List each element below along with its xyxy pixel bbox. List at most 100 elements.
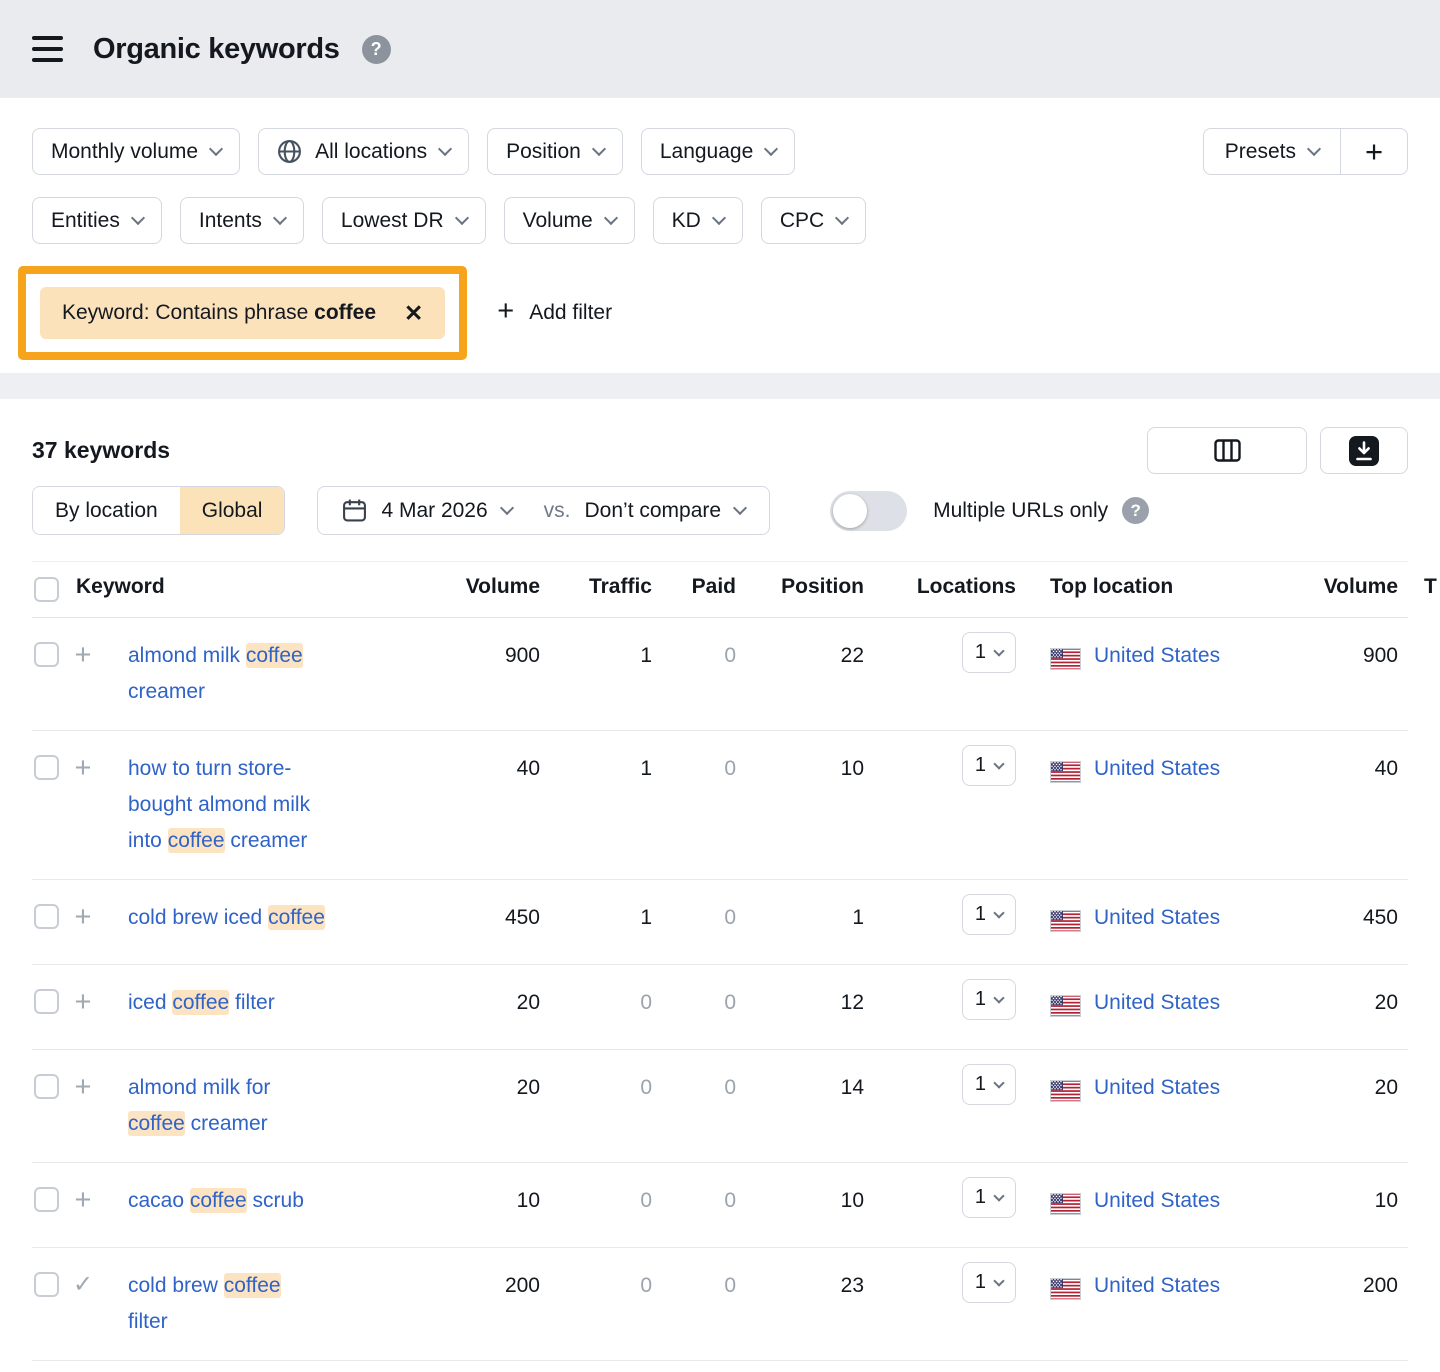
us-flag-icon: [1050, 908, 1081, 944]
filter-button-label: Volume: [523, 209, 593, 233]
filter-button-entities[interactable]: Entities: [32, 197, 162, 244]
row-checkbox[interactable]: [34, 989, 59, 1014]
filter-button-all-locations[interactable]: All locations: [258, 128, 469, 175]
volume-2-value: 900: [1294, 618, 1398, 694]
top-location-link[interactable]: United States: [1094, 1268, 1220, 1304]
chevron-down-icon: [438, 141, 452, 155]
add-keyword-icon[interactable]: +: [75, 1070, 92, 1104]
add-keyword-icon[interactable]: +: [75, 900, 92, 934]
row-checkbox[interactable]: [34, 1074, 59, 1099]
by-location-tab[interactable]: By location: [33, 487, 180, 534]
table-header-row: Keyword Volume Traffic Paid Position Loc…: [32, 562, 1408, 618]
locations-dropdown[interactable]: 1: [962, 1177, 1016, 1218]
chevron-down-icon: [764, 141, 778, 155]
annotation-highlight-box: Keyword: Contains phrase coffee ✕: [18, 266, 467, 360]
table-body: + almond milk coffee creamer 900 1 0 22 …: [32, 618, 1408, 1372]
paid-value: 0: [652, 1050, 736, 1126]
chevron-down-icon: [993, 992, 1004, 1003]
top-location-link[interactable]: United States: [1094, 985, 1220, 1021]
us-flag-icon: [1050, 1276, 1081, 1312]
globe-icon: [277, 139, 302, 164]
active-filter-chip[interactable]: Keyword: Contains phrase coffee ✕: [40, 287, 445, 339]
filter-button-volume[interactable]: Volume: [504, 197, 635, 244]
chevron-down-icon: [500, 500, 514, 514]
compare-picker[interactable]: Don’t compare: [585, 499, 746, 523]
locations-dropdown[interactable]: 1: [962, 1262, 1016, 1303]
keyword-link[interactable]: iced coffee filter: [128, 985, 325, 1021]
filter-button-monthly-volume[interactable]: Monthly volume: [32, 128, 240, 175]
help-icon[interactable]: ?: [362, 35, 391, 64]
filter-button-label: Entities: [51, 209, 120, 233]
table-row: ✓ cold brew coffee filter 200 0 0 23 1 U…: [32, 1248, 1408, 1361]
keyword-link[interactable]: almond milk coffee creamer: [128, 638, 325, 710]
filter-row-2: Entities Intents Lowest DR Volume KD CPC: [32, 197, 1408, 244]
locations-dropdown[interactable]: 1: [962, 979, 1016, 1020]
paid-value: 0: [652, 1361, 736, 1372]
filter-button-lowest-dr[interactable]: Lowest DR: [322, 197, 486, 244]
filter-button-cpc[interactable]: CPC: [761, 197, 866, 244]
add-keyword-icon[interactable]: +: [75, 985, 92, 1019]
traffic-value: 0: [540, 1050, 652, 1126]
global-tab[interactable]: Global: [180, 487, 285, 534]
add-keyword-icon[interactable]: +: [75, 751, 92, 785]
traffic-value: 1: [540, 880, 652, 956]
row-checkbox[interactable]: [34, 904, 59, 929]
date-compare-control: 4 Mar 2026 vs. Don’t compare: [317, 486, 770, 535]
filter-button-kd[interactable]: KD: [653, 197, 743, 244]
filter-button-label: Lowest DR: [341, 209, 444, 233]
top-location-link[interactable]: United States: [1094, 1070, 1220, 1106]
presets-button[interactable]: Presets: [1204, 129, 1340, 174]
row-checkbox[interactable]: [34, 755, 59, 780]
locations-dropdown[interactable]: 1: [962, 1064, 1016, 1105]
paid-value: 0: [652, 618, 736, 694]
page-title: Organic keywords: [93, 33, 340, 66]
table-row: + almond milk for coffee creamer 20 0 0 …: [32, 1050, 1408, 1163]
filter-button-position[interactable]: Position: [487, 128, 623, 175]
us-flag-icon: [1050, 646, 1081, 682]
select-all-checkbox[interactable]: [34, 577, 59, 602]
multiple-urls-toggle[interactable]: [830, 491, 907, 531]
keyword-link[interactable]: cacao coffee scrub: [128, 1183, 325, 1219]
chevron-down-icon: [209, 141, 223, 155]
locations-dropdown[interactable]: 1: [962, 745, 1016, 786]
section-divider-strip: [0, 373, 1440, 399]
row-checkbox[interactable]: [34, 1187, 59, 1212]
filter-button-intents[interactable]: Intents: [180, 197, 304, 244]
add-preset-button[interactable]: +: [1341, 129, 1407, 174]
top-location-link[interactable]: United States: [1094, 1183, 1220, 1219]
keyword-link[interactable]: cold brew iced coffee: [128, 900, 325, 936]
row-checkbox[interactable]: [34, 1272, 59, 1297]
volume-value: 450: [426, 880, 540, 956]
added-check-icon[interactable]: ✓: [73, 1268, 93, 1302]
add-filter-button[interactable]: + Add filter: [497, 300, 612, 326]
add-keyword-icon[interactable]: +: [75, 1183, 92, 1217]
date-picker[interactable]: 4 Mar 2026: [381, 499, 511, 523]
keyword-link[interactable]: how to turn store-bought almond milk int…: [128, 751, 325, 859]
add-keyword-icon[interactable]: +: [75, 638, 92, 672]
vs-label: vs.: [544, 499, 571, 523]
header-traffic: Traffic: [540, 562, 652, 614]
keyword-link[interactable]: cold brew coffee filter: [128, 1268, 325, 1340]
paid-value: 0: [652, 1163, 736, 1239]
top-location-link[interactable]: United States: [1094, 638, 1220, 674]
volume-2-value: 20: [1294, 965, 1398, 1041]
locations-dropdown[interactable]: 1: [962, 632, 1016, 673]
keyword-link[interactable]: almond milk for coffee creamer: [128, 1070, 325, 1142]
locations-dropdown[interactable]: 1: [962, 894, 1016, 935]
volume-2-value: 450: [1294, 1361, 1398, 1372]
top-location-link[interactable]: United States: [1094, 751, 1220, 787]
top-location-link[interactable]: United States: [1094, 900, 1220, 936]
help-icon[interactable]: ?: [1122, 497, 1149, 524]
export-button[interactable]: [1320, 427, 1408, 474]
row-checkbox[interactable]: [34, 642, 59, 667]
menu-icon[interactable]: [32, 36, 63, 62]
chevron-down-icon: [993, 907, 1004, 918]
multiple-urls-label: Multiple URLs only: [933, 499, 1108, 523]
filter-button-language[interactable]: Language: [641, 128, 795, 175]
columns-button[interactable]: [1147, 427, 1307, 474]
remove-filter-icon[interactable]: ✕: [404, 302, 423, 325]
chevron-down-icon: [993, 1190, 1004, 1201]
filter-button-label: KD: [672, 209, 701, 233]
us-flag-icon: [1050, 1191, 1081, 1227]
table-row: + iced coffee filter 20 0 0 12 1 United …: [32, 965, 1408, 1050]
